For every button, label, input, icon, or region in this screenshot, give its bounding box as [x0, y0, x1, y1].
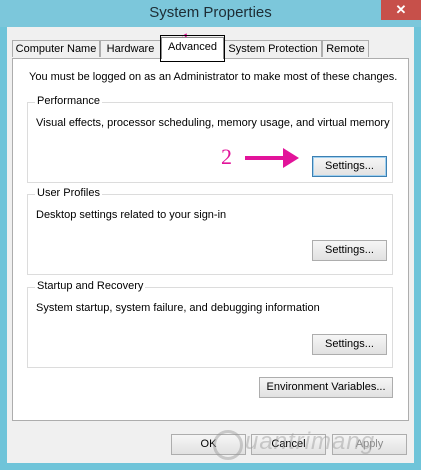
ok-button[interactable]: OK — [171, 434, 246, 455]
step-2-annotation: 2 — [221, 144, 232, 169]
advanced-panel: You must be logged on as an Administrato… — [12, 58, 409, 421]
tab-computer-name[interactable]: Computer Name — [12, 40, 100, 57]
tab-remote[interactable]: Remote — [322, 40, 369, 57]
tab-hardware[interactable]: Hardware — [100, 40, 161, 57]
user-profiles-description: Desktop settings related to your sign-in — [36, 209, 227, 221]
user-profiles-title: User Profiles — [35, 187, 102, 199]
dialog-client: Computer Name Hardware Advanced System P… — [7, 27, 414, 463]
tab-strip: Computer Name Hardware Advanced System P… — [12, 35, 412, 62]
tab-system-protection[interactable]: System Protection — [224, 40, 322, 57]
startup-recovery-settings-button[interactable]: Settings... — [312, 334, 387, 355]
admin-note: You must be logged on as an Administrato… — [29, 71, 398, 83]
window-title: System Properties — [149, 4, 272, 21]
apply-button[interactable]: Apply — [332, 434, 407, 455]
title-bar: System Properties ✕ — [0, 0, 421, 27]
performance-title: Performance — [35, 95, 102, 107]
arrow-right-icon — [245, 148, 299, 168]
close-button[interactable]: ✕ — [381, 0, 421, 20]
user-profiles-settings-button[interactable]: Settings... — [312, 240, 387, 261]
cancel-button[interactable]: Cancel — [251, 434, 326, 455]
startup-recovery-group: Startup and Recovery System startup, sys… — [27, 280, 393, 368]
performance-settings-button[interactable]: Settings... — [312, 156, 387, 177]
tab-advanced[interactable]: Advanced — [161, 37, 224, 59]
close-icon: ✕ — [395, 2, 407, 17]
performance-group: Performance Visual effects, processor sc… — [27, 95, 393, 183]
environment-variables-button[interactable]: Environment Variables... — [259, 377, 393, 398]
performance-description: Visual effects, processor scheduling, me… — [36, 117, 390, 129]
user-profiles-group: User Profiles Desktop settings related t… — [27, 187, 393, 275]
startup-recovery-description: System startup, system failure, and debu… — [36, 302, 320, 314]
startup-recovery-title: Startup and Recovery — [35, 280, 146, 292]
dialog-footer: OK Cancel Apply — [7, 427, 414, 463]
